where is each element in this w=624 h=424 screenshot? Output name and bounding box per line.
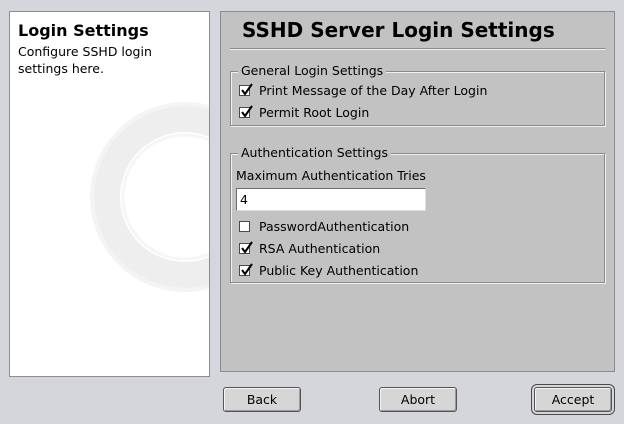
checkbox-label: Permit Root Login <box>259 104 370 120</box>
public-key-authentication-checkbox[interactable]: Public Key Authentication <box>239 262 418 278</box>
accept-button[interactable]: Accept <box>531 384 615 415</box>
checkbox-label: Print Message of the Day After Login <box>259 82 488 98</box>
checkbox-label: Public Key Authentication <box>259 262 419 278</box>
permit-root-login-checkbox[interactable]: Permit Root Login <box>239 104 369 120</box>
help-title: Login Settings <box>18 21 149 40</box>
checkmark-icon <box>241 104 253 118</box>
group-legend: Authentication Settings <box>238 145 392 161</box>
checkmark-icon <box>241 82 253 96</box>
checkmark-icon <box>241 262 253 276</box>
help-pane: Login Settings Configure SSHD login sett… <box>9 11 210 377</box>
password-authentication-checkbox[interactable]: PasswordAuthentication <box>239 218 409 234</box>
checkmark-icon <box>241 240 253 254</box>
abort-button[interactable]: Abort <box>379 387 457 412</box>
max-auth-tries-input[interactable]: 4 <box>236 188 426 211</box>
back-button[interactable]: Back <box>223 387 301 412</box>
checkbox-box[interactable] <box>239 104 253 118</box>
rsa-authentication-checkbox[interactable]: RSA Authentication <box>239 240 380 256</box>
title-divider <box>230 48 605 50</box>
checkbox-box[interactable] <box>239 262 253 276</box>
print-motd-checkbox[interactable]: Print Message of the Day After Login <box>239 82 487 98</box>
lifebuoy-icon <box>90 102 209 292</box>
max-auth-tries-label: Maximum Authentication Tries <box>236 168 426 183</box>
checkbox-label: PasswordAuthentication <box>259 218 410 234</box>
page-title: SSHD Server Login Settings <box>242 18 555 42</box>
checkbox-box[interactable] <box>239 82 253 96</box>
checkbox-label: RSA Authentication <box>259 240 381 256</box>
group-legend: General Login Settings <box>238 63 387 79</box>
general-login-settings-group: General Login Settings Print Message of … <box>230 63 605 126</box>
checkbox-box[interactable] <box>239 220 250 232</box>
settings-pane: SSHD Server Login Settings General Login… <box>220 11 615 372</box>
authentication-settings-group: Authentication Settings Maximum Authenti… <box>230 145 605 283</box>
checkbox-box[interactable] <box>239 240 253 254</box>
help-text: Configure SSHD login settings here. <box>18 44 152 76</box>
